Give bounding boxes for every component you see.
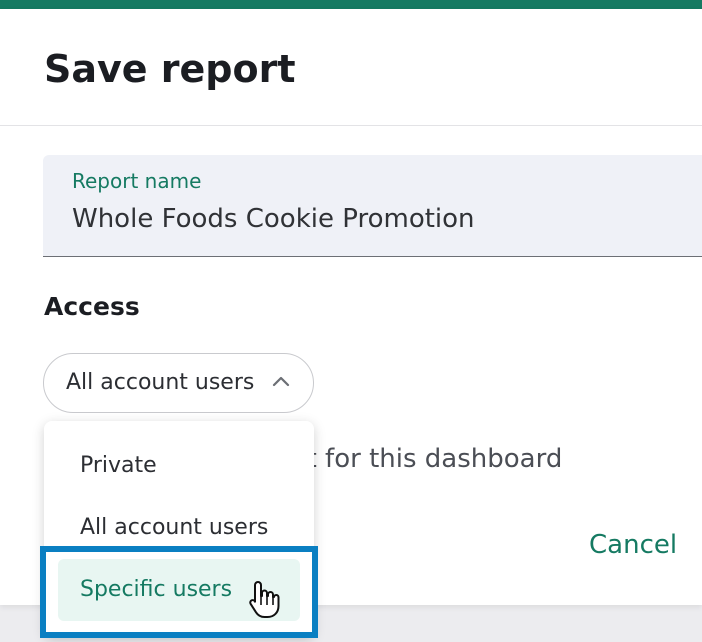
access-heading: Access	[44, 292, 140, 321]
header-divider	[0, 125, 702, 126]
menu-item-label: All account users	[80, 515, 269, 540]
access-select-value: All account users	[66, 370, 255, 395]
report-name-field[interactable]: Report name Whole Foods Cookie Promotion	[43, 155, 702, 257]
report-name-value[interactable]: Whole Foods Cookie Promotion	[72, 204, 475, 234]
menu-item-all-account-users[interactable]: All account users	[58, 497, 300, 559]
menu-item-label: Specific users	[80, 577, 233, 602]
report-name-label: Report name	[72, 169, 202, 193]
top-accent-bar	[0, 0, 702, 9]
hand-pointer-icon	[249, 581, 280, 618]
menu-item-label: Private	[80, 453, 157, 478]
dialog-title: Save report	[44, 47, 296, 91]
partially-hidden-option-text: ort for this dashboard	[280, 444, 563, 474]
cancel-button[interactable]: Cancel	[575, 525, 691, 565]
menu-item-private[interactable]: Private	[58, 435, 300, 497]
chevron-up-icon	[272, 376, 290, 387]
access-select[interactable]: All account users	[43, 353, 314, 413]
